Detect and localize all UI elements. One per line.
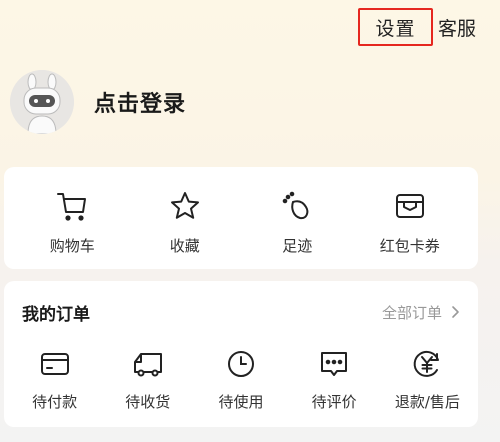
yen-refund-icon <box>410 347 444 381</box>
order-label: 待评价 <box>311 393 357 411</box>
tool-label: 红包卡券 <box>379 237 440 255</box>
tool-label: 收藏 <box>169 237 200 255</box>
all-orders-link[interactable]: 全部订单 <box>382 302 460 323</box>
order-pending-use[interactable]: 待使用 <box>195 347 287 412</box>
tool-shopping-cart[interactable]: 购物车 <box>26 189 118 256</box>
orders-header: 我的订单 全部订单 <box>4 281 478 325</box>
chat-bubble-icon <box>317 347 351 381</box>
profile-login-area[interactable]: 点击登录 <box>10 70 186 134</box>
settings-button[interactable]: 设置 <box>358 8 433 46</box>
tool-label: 足迹 <box>282 237 313 255</box>
order-pending-review[interactable]: 待评价 <box>288 347 380 412</box>
truck-icon <box>131 347 165 381</box>
order-pending-receipt[interactable]: 待收货 <box>102 347 194 412</box>
quick-tools-card: 购物车 收藏 足迹 红包卡券 <box>4 167 478 269</box>
order-refund-aftersale[interactable]: 退款/售后 <box>381 347 473 412</box>
tool-label: 购物车 <box>49 237 95 255</box>
clock-icon <box>224 347 258 381</box>
coupon-wallet-icon <box>393 189 427 223</box>
order-pending-payment[interactable]: 待付款 <box>9 347 101 412</box>
login-link[interactable]: 点击登录 <box>94 86 186 118</box>
tool-coupons[interactable]: 红包卡券 <box>364 189 456 256</box>
settings-label: 设置 <box>375 17 416 40</box>
order-label: 待收货 <box>125 393 171 411</box>
all-orders-label: 全部订单 <box>381 303 442 322</box>
order-label: 待使用 <box>218 393 264 411</box>
footprint-icon <box>280 189 314 223</box>
tool-favorites[interactable]: 收藏 <box>139 189 231 256</box>
tool-footprint[interactable]: 足迹 <box>251 189 343 256</box>
avatar[interactable] <box>10 70 74 134</box>
star-icon <box>168 189 202 223</box>
orders-title: 我的订单 <box>22 304 90 325</box>
order-label: 退款/售后 <box>394 393 460 411</box>
chevron-right-icon <box>452 306 459 318</box>
robot-avatar-icon <box>10 70 74 134</box>
order-label: 待付款 <box>32 393 78 411</box>
customer-service-button[interactable]: 客服 <box>438 8 476 46</box>
cart-icon <box>55 189 89 223</box>
card-payment-icon <box>38 347 72 381</box>
customer-service-label: 客服 <box>438 17 477 40</box>
my-orders-card: 我的订单 全部订单 待付款 待收货 待使用 待评价 退款/售后 <box>4 281 478 427</box>
